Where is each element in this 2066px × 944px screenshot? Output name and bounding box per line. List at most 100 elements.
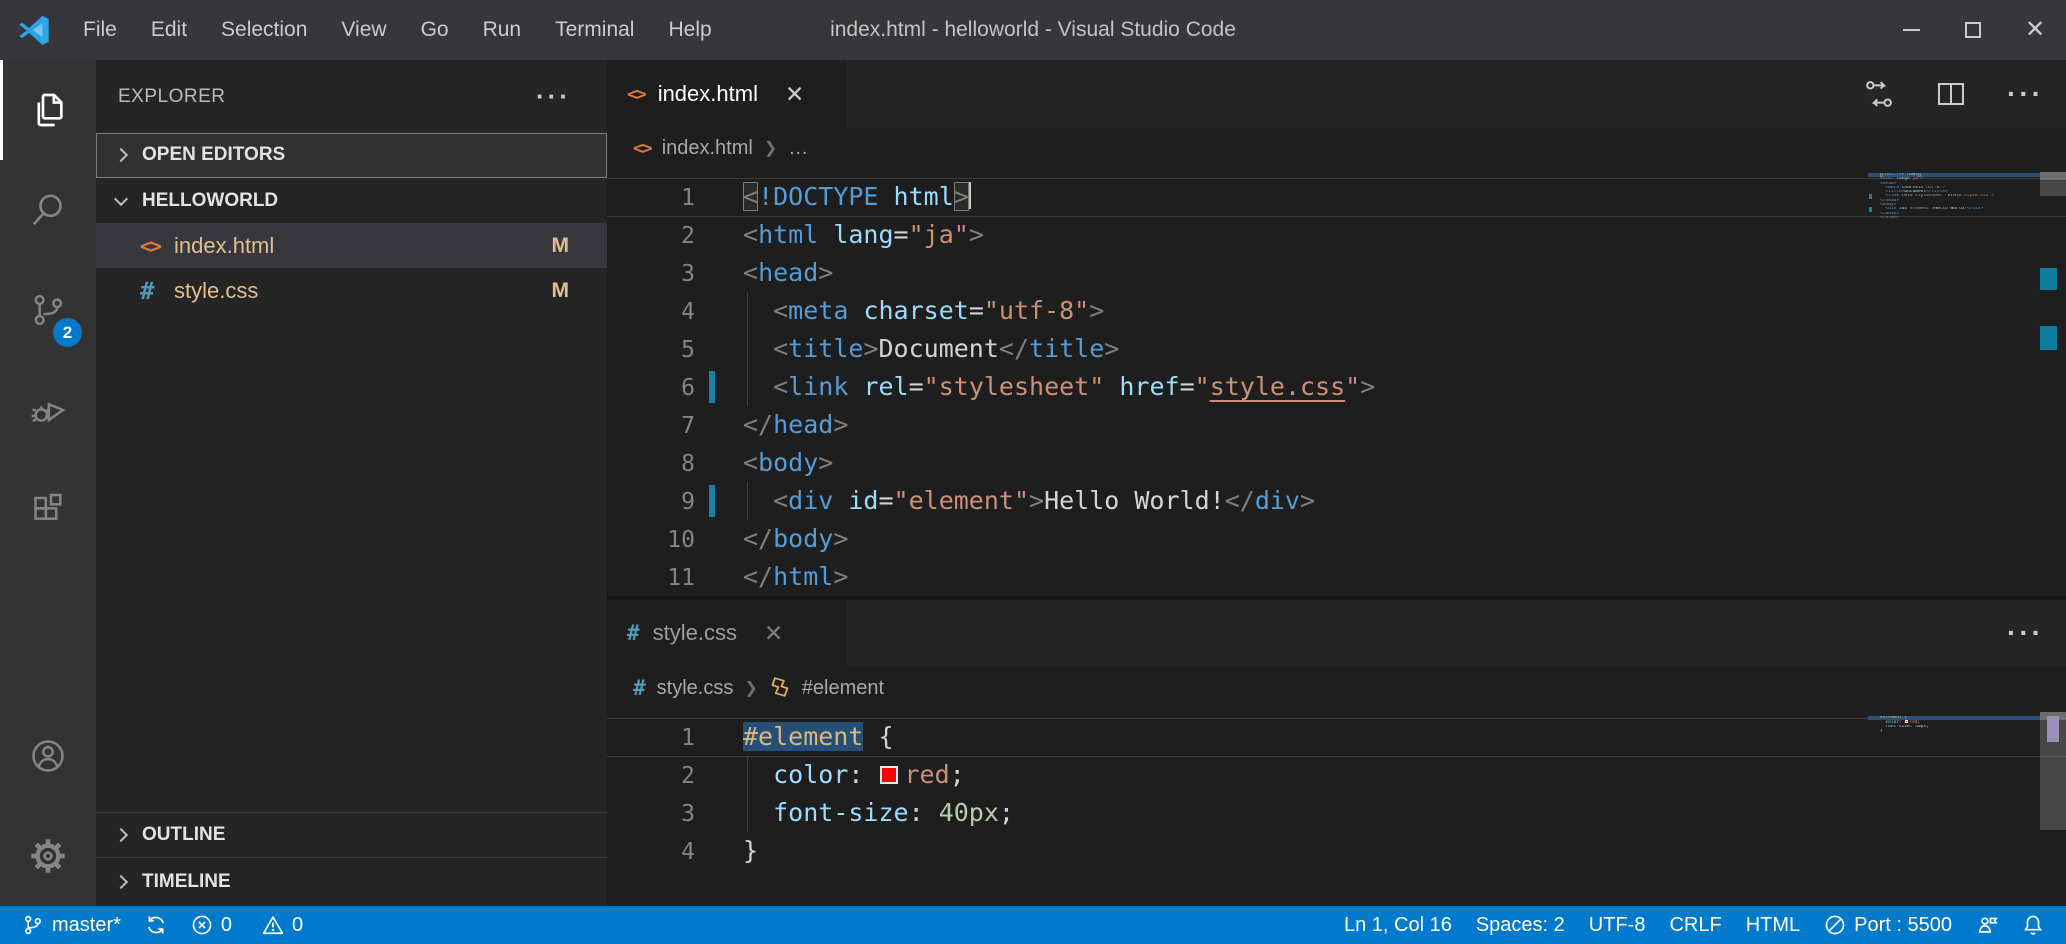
token: id — [833, 486, 878, 515]
code-lines[interactable]: 1<!DOCTYPE html>2<html lang="ja">3<head>… — [607, 168, 2066, 596]
code-line[interactable]: 10</body> — [607, 520, 2066, 558]
color-swatch[interactable] — [880, 766, 898, 784]
token: lang — [818, 220, 893, 249]
menu-selection[interactable]: Selection — [204, 0, 324, 60]
open-changes-icon[interactable] — [1863, 78, 1895, 110]
tab-index-html[interactable]: <> index.html ✕ — [607, 60, 847, 128]
token: ; — [950, 760, 965, 789]
code-line[interactable]: 1<!DOCTYPE html> — [607, 178, 2066, 216]
language-mode-item[interactable]: HTML — [1734, 906, 1812, 944]
open-editors-section[interactable]: OPEN EDITORS — [96, 133, 607, 178]
activity-settings-button[interactable] — [0, 806, 96, 906]
cursor-position-item[interactable]: Ln 1, Col 16 — [1332, 906, 1464, 944]
token: !DOCTYPE — [758, 182, 878, 211]
css-file-icon: # — [140, 277, 174, 305]
token: > — [863, 334, 878, 363]
feedback-button[interactable] — [1964, 906, 2010, 944]
code-line[interactable]: 2<html lang="ja"> — [607, 216, 2066, 254]
code-line[interactable]: 4} — [607, 832, 2066, 870]
gutter — [695, 254, 743, 292]
code-line[interactable]: 3 font-size: 40px; — [607, 794, 2066, 832]
file-item-index-html[interactable]: <> index.html M — [96, 223, 607, 268]
gutter — [695, 216, 743, 254]
color-swatch[interactable] — [1905, 720, 1908, 723]
token: " — [1195, 372, 1210, 401]
git-branch-item[interactable]: master* — [10, 906, 133, 944]
token: body — [773, 524, 833, 553]
tab-close-icon[interactable]: ✕ — [764, 620, 783, 647]
breadcrumb-symbol[interactable]: #element — [802, 677, 884, 700]
breadcrumbs: # style.css ❯ #element — [607, 666, 2066, 710]
code-line[interactable]: 9 <div id="element">Hello World!</div> — [607, 482, 2066, 520]
search-icon — [28, 190, 68, 230]
code-line[interactable]: 3<head> — [607, 254, 2066, 292]
text-cursor — [968, 182, 971, 209]
token: </ — [999, 334, 1029, 363]
code-line[interactable]: 8<body> — [607, 444, 2066, 482]
code-line[interactable]: 2 color: red; — [607, 756, 2066, 794]
split-editor-icon[interactable] — [1935, 78, 1967, 110]
sync-button[interactable] — [133, 906, 179, 944]
overview-ruler[interactable] — [2040, 168, 2066, 596]
token: > — [969, 220, 984, 249]
more-actions-button[interactable]: ··· — [2007, 78, 2044, 110]
chevron-right-icon — [114, 828, 128, 842]
breadcrumb-file[interactable]: style.css — [657, 677, 734, 700]
menu-help[interactable]: Help — [651, 0, 728, 60]
menu-run[interactable]: Run — [466, 0, 539, 60]
token: < — [743, 220, 758, 249]
code-line[interactable]: 1#element { — [607, 718, 2066, 756]
folder-section-helloworld[interactable]: HELLOWORLD — [96, 178, 607, 223]
tab-style-css[interactable]: # style.css ✕ — [607, 600, 847, 666]
activity-extensions-button[interactable] — [0, 460, 96, 560]
breadcrumb-file[interactable]: index.html — [662, 137, 753, 160]
indent-guide — [747, 756, 748, 794]
live-server-item[interactable]: Port : 5500 — [1812, 906, 1964, 944]
notifications-button[interactable] — [2010, 906, 2056, 944]
menu-view[interactable]: View — [324, 0, 403, 60]
files-icon — [28, 90, 68, 130]
code-editor[interactable]: 1<!DOCTYPE html>2<html lang="ja">3<head>… — [607, 168, 2066, 596]
eol-item[interactable]: CRLF — [1657, 906, 1733, 944]
menu-go[interactable]: Go — [404, 0, 466, 60]
code-line[interactable]: 5 <title>Document</title> — [607, 330, 2066, 368]
indentation-item[interactable]: Spaces: 2 — [1464, 906, 1577, 944]
activity-explorer-button[interactable] — [0, 60, 96, 160]
scrollbar-thumb[interactable] — [2040, 172, 2066, 196]
editor-group-css: # style.css ✕ ··· # style.css ❯ #eleme — [607, 600, 2066, 906]
breadcrumb-symbol[interactable]: … — [788, 137, 808, 160]
token: link — [788, 372, 848, 401]
encoding-item[interactable]: UTF-8 — [1577, 906, 1658, 944]
code-text: font-size: 40px; — [743, 798, 1014, 827]
close-button[interactable]: ✕ — [2004, 0, 2066, 60]
token: > — [1300, 486, 1315, 515]
activity-source-control-button[interactable]: 2 — [0, 260, 96, 360]
menu-file[interactable]: File — [66, 0, 134, 60]
activity-run-debug-button[interactable] — [0, 360, 96, 460]
overview-ruler[interactable] — [2040, 710, 2066, 906]
code-line[interactable]: 4 <meta charset="utf-8"> — [607, 292, 2066, 330]
menu-edit[interactable]: Edit — [134, 0, 204, 60]
minimize-button[interactable] — [1880, 0, 1942, 60]
outline-section[interactable]: OUTLINE — [96, 812, 607, 857]
maximize-button[interactable] — [1942, 0, 2004, 60]
timeline-section[interactable]: TIMELINE — [96, 857, 607, 906]
more-actions-button[interactable]: ··· — [2007, 617, 2044, 649]
code-line[interactable]: 6 <link rel="stylesheet" href="style.css… — [607, 368, 2066, 406]
token: rel — [848, 372, 908, 401]
open-editors-label: OPEN EDITORS — [142, 144, 285, 166]
explorer-more-actions-button[interactable]: ··· — [536, 81, 571, 112]
code-lines[interactable]: 1#element {2 color: red;3 font-size: 40p… — [607, 710, 2066, 870]
minimap[interactable]: <!DOCTYPE html><html lang="ja"><head> <m… — [1868, 173, 2040, 220]
code-line[interactable]: 7</head> — [607, 406, 2066, 444]
file-item-style-css[interactable]: # style.css M — [96, 268, 607, 313]
activity-search-button[interactable] — [0, 160, 96, 260]
code-line[interactable]: 11</html> — [607, 558, 2066, 596]
tab-close-icon[interactable]: ✕ — [785, 81, 804, 108]
problems-item[interactable]: 0 0 — [179, 906, 315, 944]
minimap[interactable]: #element { color: red; font-size: 40px;} — [1868, 716, 2040, 733]
code-editor[interactable]: 1#element {2 color: red;3 font-size: 40p… — [607, 710, 2066, 906]
close-icon: ✕ — [2025, 18, 2045, 42]
menu-terminal[interactable]: Terminal — [538, 0, 651, 60]
activity-accounts-button[interactable] — [0, 706, 96, 806]
